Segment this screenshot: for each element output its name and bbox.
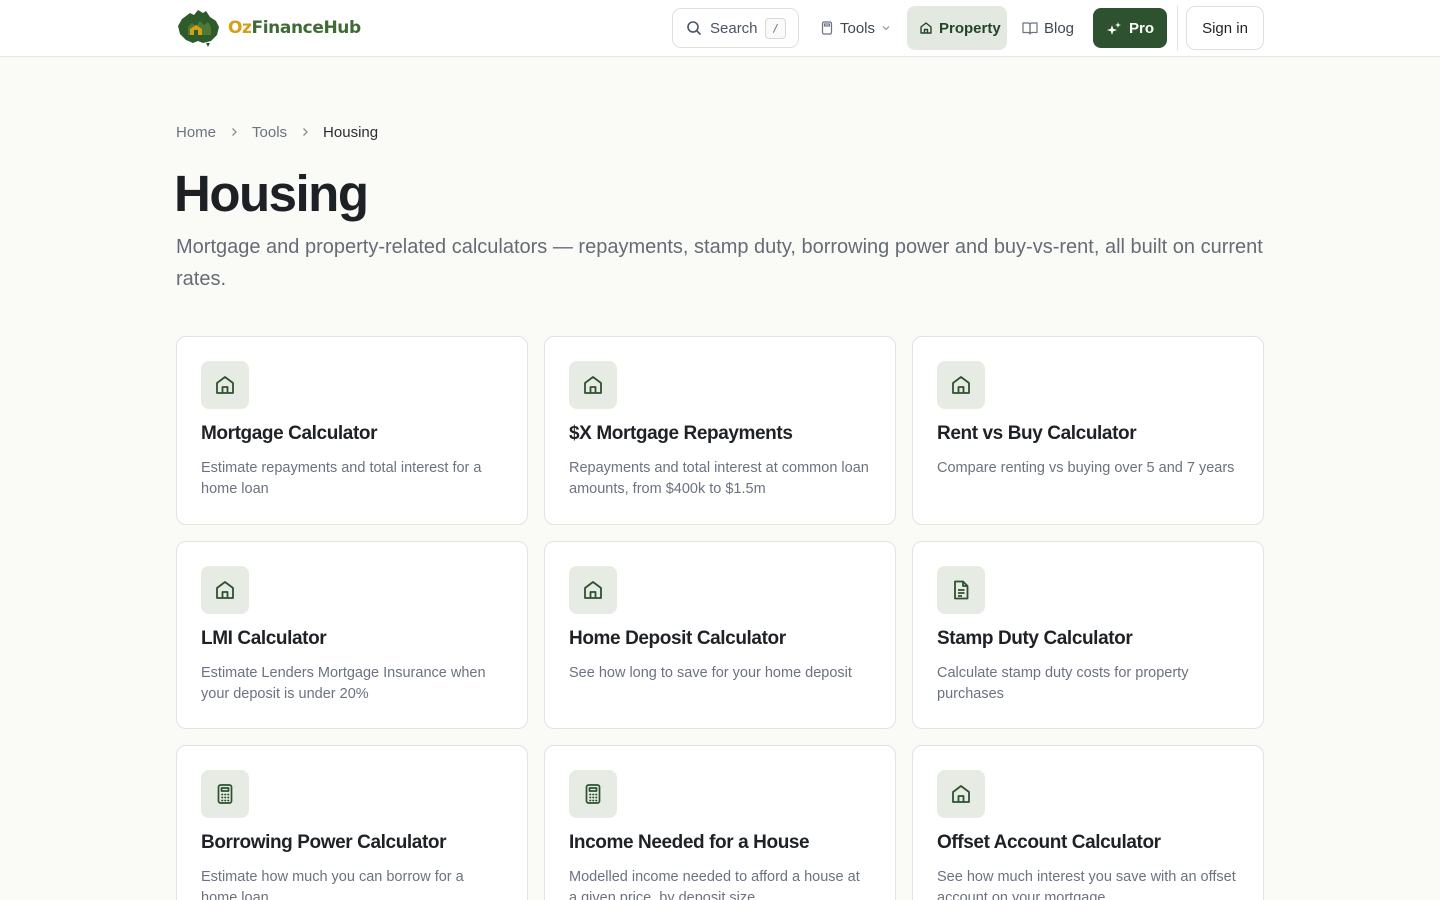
breadcrumb-home[interactable]: Home: [176, 124, 216, 141]
page-title: Housing: [174, 165, 369, 222]
australia-map-logo-icon: [178, 10, 219, 47]
page-subtitle: Mortgage and property-related calculator…: [176, 236, 1263, 290]
header-divider: [1177, 6, 1178, 50]
card-title: $X Mortgage Repayments: [569, 423, 793, 444]
pro-label: Pro: [1129, 19, 1155, 37]
nav-tools-menu[interactable]: Tools: [810, 6, 898, 50]
card-title: LMI Calculator: [201, 628, 327, 649]
card-description: Repayments and total interest at common …: [569, 460, 869, 497]
search-label: Search: [710, 19, 758, 37]
nav-property-label: Property: [939, 19, 1001, 37]
card-description: See how long to save for your home depos…: [569, 665, 852, 681]
document-icon: [954, 580, 969, 600]
nav-blog-label: Blog: [1044, 19, 1075, 37]
tool-card-mortgage-calculator[interactable]: Mortgage Calculator Estimate repayments …: [176, 336, 528, 525]
brand-name: OzFinanceHub: [228, 18, 361, 38]
tool-card-income-needed[interactable]: Income Needed for a House Modelled incom…: [544, 745, 896, 900]
card-description: Modelled income needed to afford a house…: [569, 869, 860, 900]
card-title: Offset Account Calculator: [937, 832, 1161, 853]
tool-card-offset-account[interactable]: Offset Account Calculator See how much i…: [912, 745, 1264, 900]
card-icon-box: [569, 566, 617, 614]
card-icon-box: [569, 770, 617, 818]
tool-card-home-deposit[interactable]: Home Deposit Calculator See how long to …: [544, 541, 896, 729]
sign-in-button[interactable]: Sign in: [1186, 6, 1264, 50]
house-icon: [584, 376, 602, 394]
chevron-right-icon: [230, 127, 238, 137]
tool-card-borrowing-power[interactable]: Borrowing Power Calculator Estimate how …: [176, 745, 528, 900]
card-icon-box: [569, 361, 617, 409]
house-icon: [584, 581, 602, 599]
card-title: Rent vs Buy Calculator: [937, 423, 1137, 444]
house-icon: [952, 785, 970, 803]
card-icon-box: [937, 361, 985, 409]
card-title: Home Deposit Calculator: [569, 628, 786, 649]
search-icon: [687, 21, 702, 36]
site-logo[interactable]: OzFinanceHub: [176, 7, 361, 49]
tool-card-lmi-calculator[interactable]: LMI Calculator Estimate Lenders Mortgage…: [176, 541, 528, 729]
card-description: Estimate repayments and total interest f…: [201, 460, 482, 497]
card-description: Estimate Lenders Mortgage Insurance when…: [201, 665, 486, 702]
calculator-icon: [585, 784, 601, 804]
card-icon-box: [201, 770, 249, 818]
house-icon: [952, 376, 970, 394]
card-description: Compare renting vs buying over 5 and 7 y…: [937, 460, 1235, 476]
breadcrumb: Home Tools Housing: [176, 122, 378, 142]
nav-blog[interactable]: Blog: [1014, 6, 1084, 50]
card-icon-box: [937, 566, 985, 614]
card-icon-box: [937, 770, 985, 818]
card-title: Stamp Duty Calculator: [937, 628, 1133, 649]
nav-tools-label: Tools: [840, 19, 876, 37]
card-title: Borrowing Power Calculator: [201, 832, 447, 853]
card-description: See how much interest you save with an o…: [937, 869, 1236, 900]
house-icon: [920, 22, 932, 34]
card-icon-box: [201, 361, 249, 409]
sparkles-icon: [1107, 21, 1121, 35]
calculator-icon: [821, 21, 833, 35]
brand-oz: Oz: [228, 18, 252, 38]
tool-card-stamp-duty[interactable]: Stamp Duty Calculator Calculate stamp du…: [912, 541, 1264, 729]
card-icon-box: [201, 566, 249, 614]
card-title: Income Needed for a House: [569, 832, 810, 853]
house-icon: [216, 581, 234, 599]
card-description: Estimate how much you can borrow for a h…: [201, 869, 464, 900]
chevron-right-icon: [301, 127, 309, 137]
brand-rest: FinanceHub: [251, 18, 362, 38]
chevron-down-icon: [882, 26, 890, 31]
house-icon: [216, 376, 234, 394]
breadcrumb-tools[interactable]: Tools: [252, 124, 287, 141]
calculator-icon: [217, 784, 233, 804]
card-description: Calculate stamp duty costs for property …: [937, 665, 1189, 702]
nav-property[interactable]: Property: [907, 6, 1007, 50]
pro-button[interactable]: Pro: [1093, 8, 1167, 48]
book-open-icon: [1022, 22, 1038, 35]
site-header: OzFinanceHub Search / Tools Property Blo…: [0, 0, 1440, 57]
search-shortcut-key: /: [765, 18, 786, 39]
breadcrumb-current: Housing: [323, 123, 379, 141]
search-button[interactable]: Search /: [672, 8, 799, 48]
card-title: Mortgage Calculator: [201, 423, 378, 444]
tool-card-rent-vs-buy[interactable]: Rent vs Buy Calculator Compare renting v…: [912, 336, 1264, 525]
tool-card-x-mortgage-repayments[interactable]: $X Mortgage Repayments Repayments and to…: [544, 336, 896, 525]
